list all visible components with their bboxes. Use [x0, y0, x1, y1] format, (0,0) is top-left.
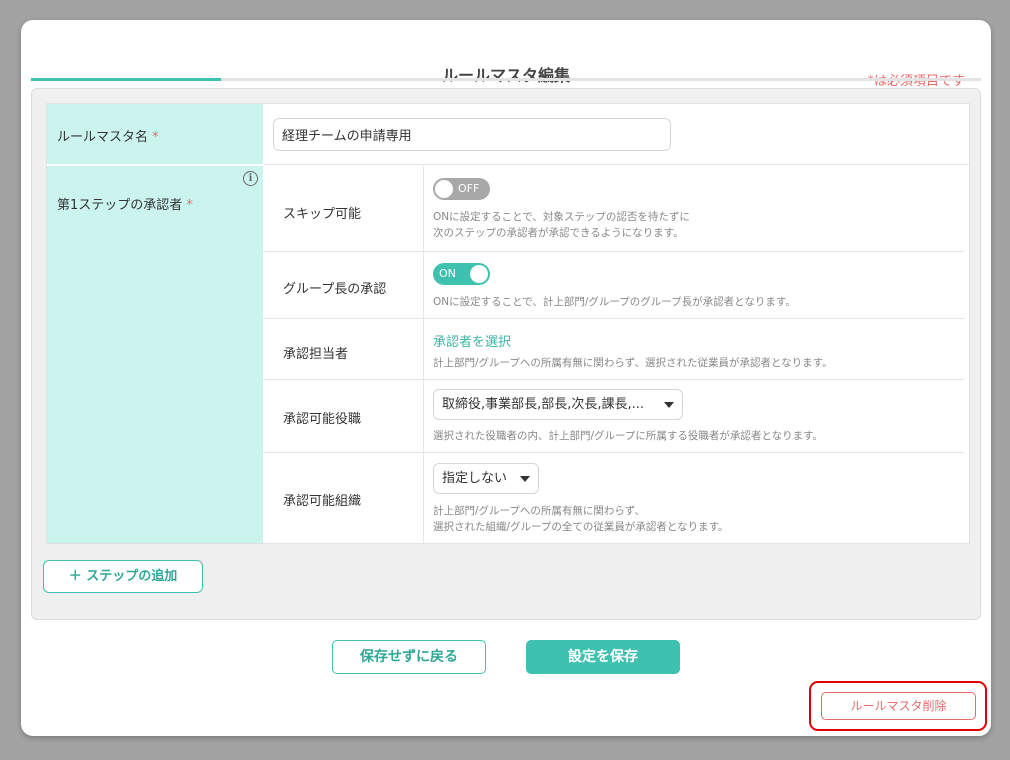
organizations-description: 計上部門/グループへの所属有無に関わらず、 選択された組織/グループの全ての従業…	[433, 503, 729, 535]
approver-label: 承認担当者	[283, 347, 349, 362]
positions-label: 承認可能役職	[283, 412, 362, 427]
row-divider	[263, 164, 969, 165]
organizations-description-line1: 計上部門/グループへの所属有無に関わらず、	[433, 505, 645, 517]
toggle-knob	[435, 180, 453, 198]
organizations-label: 承認可能組織	[283, 494, 362, 509]
form-panel: ルールマスタ名 * 第1ステップの承認者 * i スキップ可能 OFF	[31, 88, 981, 620]
toggle-knob	[470, 265, 488, 283]
back-without-saving-button[interactable]: 保存せずに戻る	[332, 640, 486, 674]
approver-row: 承認担当者 承認者を選択 計上部門/グループへの所属有無に関わらず、選択された従…	[263, 319, 969, 380]
rule-name-label-cell: ルールマスタ名 *	[47, 104, 263, 164]
column-divider	[423, 453, 424, 543]
group-leader-description: ONに設定することで、計上部門/グループのグループ長が承認者となります。	[433, 296, 796, 308]
group-leader-row: グループ長の承認 ON ONに設定することで、計上部門/グループのグループ長が承…	[263, 252, 969, 319]
step1-label-cell: 第1ステップの承認者 * i	[47, 166, 263, 543]
skip-row: スキップ可能 OFF ONに設定することで、対象ステップの認否を待たずに 次のス…	[263, 166, 969, 252]
approver-description: 計上部門/グループへの所属有無に関わらず、選択された従業員が承認者となります。	[433, 357, 833, 369]
positions-row: 承認可能役職 取締役,事業部長,部長,次長,課長,... 選択された役職者の内、…	[263, 380, 969, 453]
caret-down-icon	[520, 476, 530, 482]
add-step-button[interactable]: ＋ ステップの追加	[43, 560, 203, 593]
rule-name-input[interactable]	[273, 118, 671, 151]
positions-select[interactable]: 取締役,事業部長,部長,次長,課長,...	[433, 389, 683, 420]
caret-down-icon	[664, 402, 674, 408]
group-leader-toggle[interactable]: ON	[433, 263, 490, 285]
save-settings-button[interactable]: 設定を保存	[526, 640, 680, 674]
organizations-selected-value: 指定しない	[442, 471, 508, 486]
column-divider	[423, 319, 424, 380]
skip-description: ONに設定することで、対象ステップの認否を待たずに 次のステップの承認者が承認で…	[433, 209, 690, 241]
toggle-label: ON	[439, 267, 456, 280]
skip-description-line2: 次のステップの承認者が承認できるようになります。	[433, 227, 684, 239]
info-icon[interactable]: i	[243, 171, 258, 186]
select-approver-link[interactable]: 承認者を選択	[433, 331, 511, 350]
positions-selected-value: 取締役,事業部長,部長,次長,課長,...	[442, 397, 645, 412]
column-divider	[423, 252, 424, 319]
organizations-row: 承認可能組織 指定しない 計上部門/グループへの所属有無に関わらず、 選択された…	[263, 453, 969, 543]
rule-master-edit-modal: ルールマスタ編集 *は必須項目です ルールマスタ名 * 第1ステップの承認者 *…	[21, 20, 991, 736]
required-mark: *	[152, 130, 159, 145]
delete-rule-master-button[interactable]: ルールマスタ削除	[821, 692, 976, 720]
rule-name-label: ルールマスタ名	[57, 130, 149, 145]
organizations-select[interactable]: 指定しない	[433, 463, 539, 494]
step1-label: 第1ステップの承認者	[57, 198, 183, 213]
form-table: ルールマスタ名 * 第1ステップの承認者 * i スキップ可能 OFF	[46, 103, 970, 544]
skip-description-line1: ONに設定することで、対象ステップの認否を待たずに	[433, 211, 690, 223]
toggle-label: OFF	[458, 182, 480, 195]
skip-toggle[interactable]: OFF	[433, 178, 490, 200]
title-underline-active	[31, 78, 221, 81]
organizations-description-line2: 選択された組織/グループの全ての従業員が承認者となります。	[433, 521, 729, 533]
title-underline	[31, 78, 981, 81]
column-divider	[423, 380, 424, 453]
positions-description: 選択された役職者の内、計上部門/グループに所属する役職者が承認者となります。	[433, 430, 824, 442]
skip-label: スキップ可能	[283, 207, 362, 222]
column-divider	[423, 166, 424, 252]
modal-title: ルールマスタ編集	[441, 66, 570, 85]
group-leader-label: グループ長の承認	[283, 282, 387, 297]
required-mark: *	[186, 198, 193, 213]
